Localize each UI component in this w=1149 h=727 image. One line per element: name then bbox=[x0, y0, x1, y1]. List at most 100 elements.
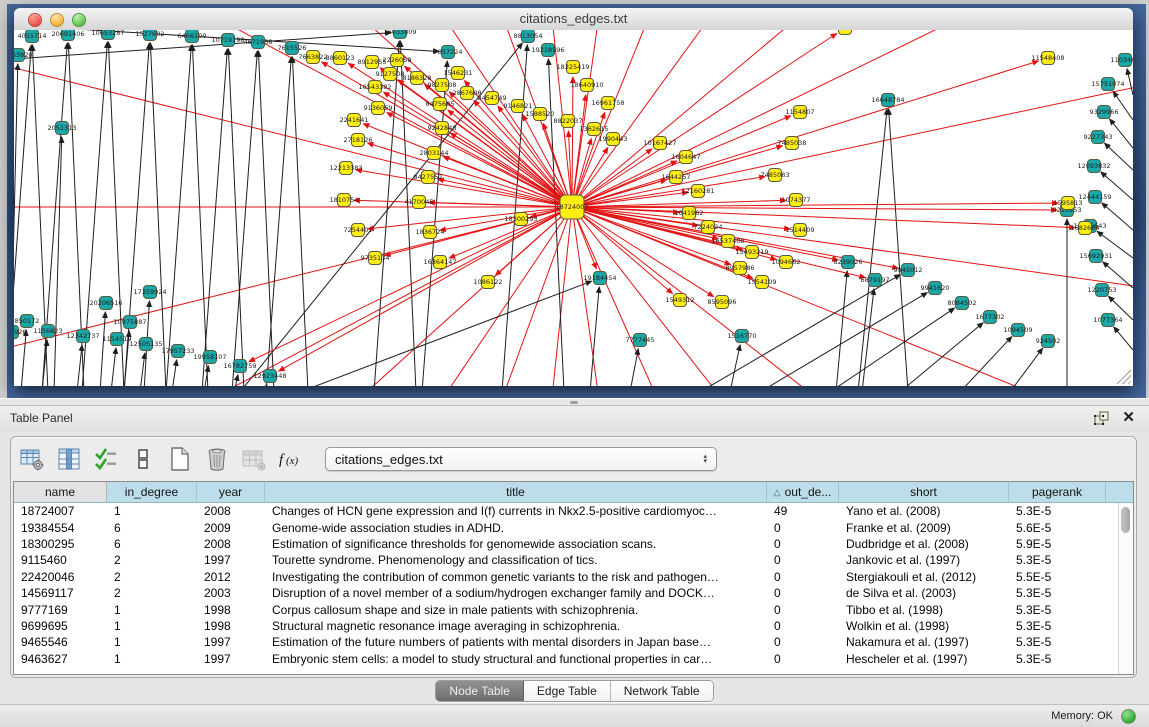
graph-node-label: 1554109 bbox=[748, 278, 777, 286]
column-visibility-icon bbox=[57, 447, 81, 471]
citation-edge-red bbox=[572, 207, 1133, 386]
graph-node-label: 1663820 bbox=[14, 51, 32, 59]
table-row[interactable]: 1456911722003Disruption of a novel membe… bbox=[14, 585, 1118, 601]
table-cell: 5.3E-5 bbox=[1009, 603, 1106, 617]
graph-node-label: 17359924 bbox=[133, 288, 166, 296]
tab-node-table[interactable]: Node Table bbox=[436, 681, 524, 701]
table-row[interactable]: 911546021997Tourette syndrome. Phenomeno… bbox=[14, 552, 1118, 568]
column-visibility-button[interactable] bbox=[56, 445, 82, 473]
table-header-row: namein_degreeyeartitle△out_de...shortpag… bbox=[14, 482, 1133, 503]
table-cell: 6 bbox=[107, 521, 197, 535]
checklist-button[interactable] bbox=[93, 445, 119, 473]
column-header-out-de-[interactable]: △out_de... bbox=[767, 482, 839, 502]
splitter-handle[interactable] bbox=[570, 401, 578, 404]
graph-node-label: 8822037 bbox=[554, 117, 583, 125]
table-cell: Jankovic et al. (1997) bbox=[839, 553, 1009, 567]
graph-node-label: 1074377 bbox=[782, 196, 811, 204]
trash-icon bbox=[205, 447, 229, 471]
new-file-button[interactable] bbox=[167, 445, 193, 473]
citation-edge-black bbox=[1010, 348, 1043, 386]
graph-node-label: 15751074 bbox=[1091, 80, 1124, 88]
table-cell: 0 bbox=[767, 553, 839, 567]
citation-edge-red bbox=[572, 207, 731, 265]
graph-node-label: 924502 bbox=[1036, 337, 1061, 345]
graph-node-label: 16033809 bbox=[383, 30, 416, 36]
table-cell: Disruption of a novel member of a sodium… bbox=[265, 586, 767, 600]
network-desktop: citations_edges.txt 40557142069140610653… bbox=[7, 4, 1146, 398]
graph-node-label: 2814371 bbox=[831, 30, 860, 32]
network-window[interactable]: citations_edges.txt 40557142069140610653… bbox=[14, 8, 1133, 386]
citation-edge-red bbox=[249, 207, 572, 362]
citation-graph[interactable]: 4055714206914061065328715276026466100107… bbox=[14, 30, 1133, 386]
citation-edge-black bbox=[889, 109, 908, 386]
graph-node-label: 1644257 bbox=[662, 173, 691, 181]
network-window-titlebar[interactable]: citations_edges.txt bbox=[14, 8, 1133, 31]
memory-status-indicator bbox=[1121, 709, 1136, 724]
graph-node-label: 8084502 bbox=[948, 299, 977, 307]
graph-node-label: 1077364 bbox=[1094, 316, 1123, 324]
table-row[interactable]: 977716911998Corpus callosum shape and si… bbox=[14, 601, 1118, 617]
graph-node-label: 1094662 bbox=[772, 258, 801, 266]
graph-node-label: 7485083 bbox=[761, 171, 790, 179]
close-panel-icon[interactable]: ✕ bbox=[1122, 410, 1135, 426]
table-cell: 1997 bbox=[197, 553, 265, 567]
citation-edge-black bbox=[234, 375, 238, 386]
column-header-pagerank[interactable]: pagerank bbox=[1009, 482, 1106, 502]
scrollbar-thumb[interactable] bbox=[1121, 507, 1130, 533]
table-row[interactable]: 1872400712008Changes of HCN gene express… bbox=[14, 503, 1118, 519]
graph-node-label: 16782759 bbox=[223, 362, 256, 370]
table-cell: Nakamura et al. (1997) bbox=[839, 635, 1009, 649]
graph-node-label: 16364147 bbox=[423, 258, 456, 266]
table-cell: 2 bbox=[107, 553, 197, 567]
graph-node-label: 1086122 bbox=[474, 278, 503, 286]
table-row[interactable]: 969969511998Structural magnetic resonanc… bbox=[14, 618, 1118, 634]
table-cell: 0 bbox=[767, 652, 839, 666]
table-row[interactable]: 1938455462009Genome-wide association stu… bbox=[14, 519, 1118, 535]
graph-node-label: 9827508 bbox=[428, 81, 457, 89]
graph-node-label: 8427552 bbox=[414, 173, 443, 181]
tab-edge-table[interactable]: Edge Table bbox=[524, 681, 611, 701]
column-header-name[interactable]: name bbox=[14, 482, 107, 502]
citation-edge-red bbox=[368, 207, 572, 229]
table-cell: 5.3E-5 bbox=[1009, 504, 1106, 518]
graph-node-label: 16961758 bbox=[591, 99, 624, 107]
table-row[interactable]: 1830029562008Estimation of significance … bbox=[14, 536, 1118, 552]
graph-node-label: 9329966 bbox=[1090, 108, 1119, 116]
citation-edge-black bbox=[166, 45, 191, 386]
citation-edge-black bbox=[140, 353, 145, 386]
row-height-button[interactable] bbox=[130, 445, 156, 473]
graph-node-label: 9136059 bbox=[364, 104, 393, 112]
table-row[interactable]: 2242004622012Investigating the contribut… bbox=[14, 569, 1118, 585]
table-row[interactable]: 946554611997Estimation of the future num… bbox=[14, 634, 1118, 650]
table-vertical-scrollbar[interactable] bbox=[1118, 503, 1133, 674]
function-builder-button[interactable]: f (x) bbox=[278, 445, 304, 473]
float-window-icon[interactable] bbox=[1094, 411, 1110, 426]
graph-node-label: 18724007 bbox=[555, 203, 588, 211]
table-cell: 6 bbox=[107, 537, 197, 551]
graph-node-label: 8475685 bbox=[426, 100, 455, 108]
table-body: 1872400712008Changes of HCN gene express… bbox=[14, 503, 1118, 674]
column-header-year[interactable]: year bbox=[197, 482, 265, 502]
table-cell: Embryonic stem cells: a model to study s… bbox=[265, 652, 767, 666]
graph-node-label: 1362615 bbox=[580, 125, 609, 133]
citation-edge-red bbox=[572, 207, 1133, 386]
tab-network-table[interactable]: Network Table bbox=[611, 681, 713, 701]
table-row[interactable]: 946362711997Embryonic stem cells: a mode… bbox=[14, 651, 1118, 667]
network-canvas[interactable]: 4055714206914061065328715276026466100107… bbox=[14, 30, 1133, 386]
panel-splitter[interactable] bbox=[0, 398, 1149, 406]
citation-edge-black bbox=[77, 345, 82, 386]
table-mode-button[interactable] bbox=[19, 445, 45, 473]
column-header-in-degree[interactable]: in_degree bbox=[107, 482, 197, 502]
graph-node-label: 1154807 bbox=[786, 108, 815, 116]
graph-node-label: 8595096 bbox=[708, 298, 737, 306]
column-header-short[interactable]: short bbox=[839, 482, 1009, 502]
table-cell: 0 bbox=[767, 521, 839, 535]
graph-node-label: 1588520 bbox=[526, 110, 555, 118]
graph-node-label: 1527602 bbox=[136, 30, 165, 38]
table-cell: Estimation of the future numbers of pati… bbox=[265, 635, 767, 649]
column-header-title[interactable]: title bbox=[265, 482, 767, 502]
delete-button[interactable] bbox=[204, 445, 230, 473]
table-cell: 1998 bbox=[197, 619, 265, 633]
table-cell: 0 bbox=[767, 570, 839, 584]
table-selector-dropdown[interactable]: citations_edges.txt ▴▾ bbox=[325, 447, 717, 471]
